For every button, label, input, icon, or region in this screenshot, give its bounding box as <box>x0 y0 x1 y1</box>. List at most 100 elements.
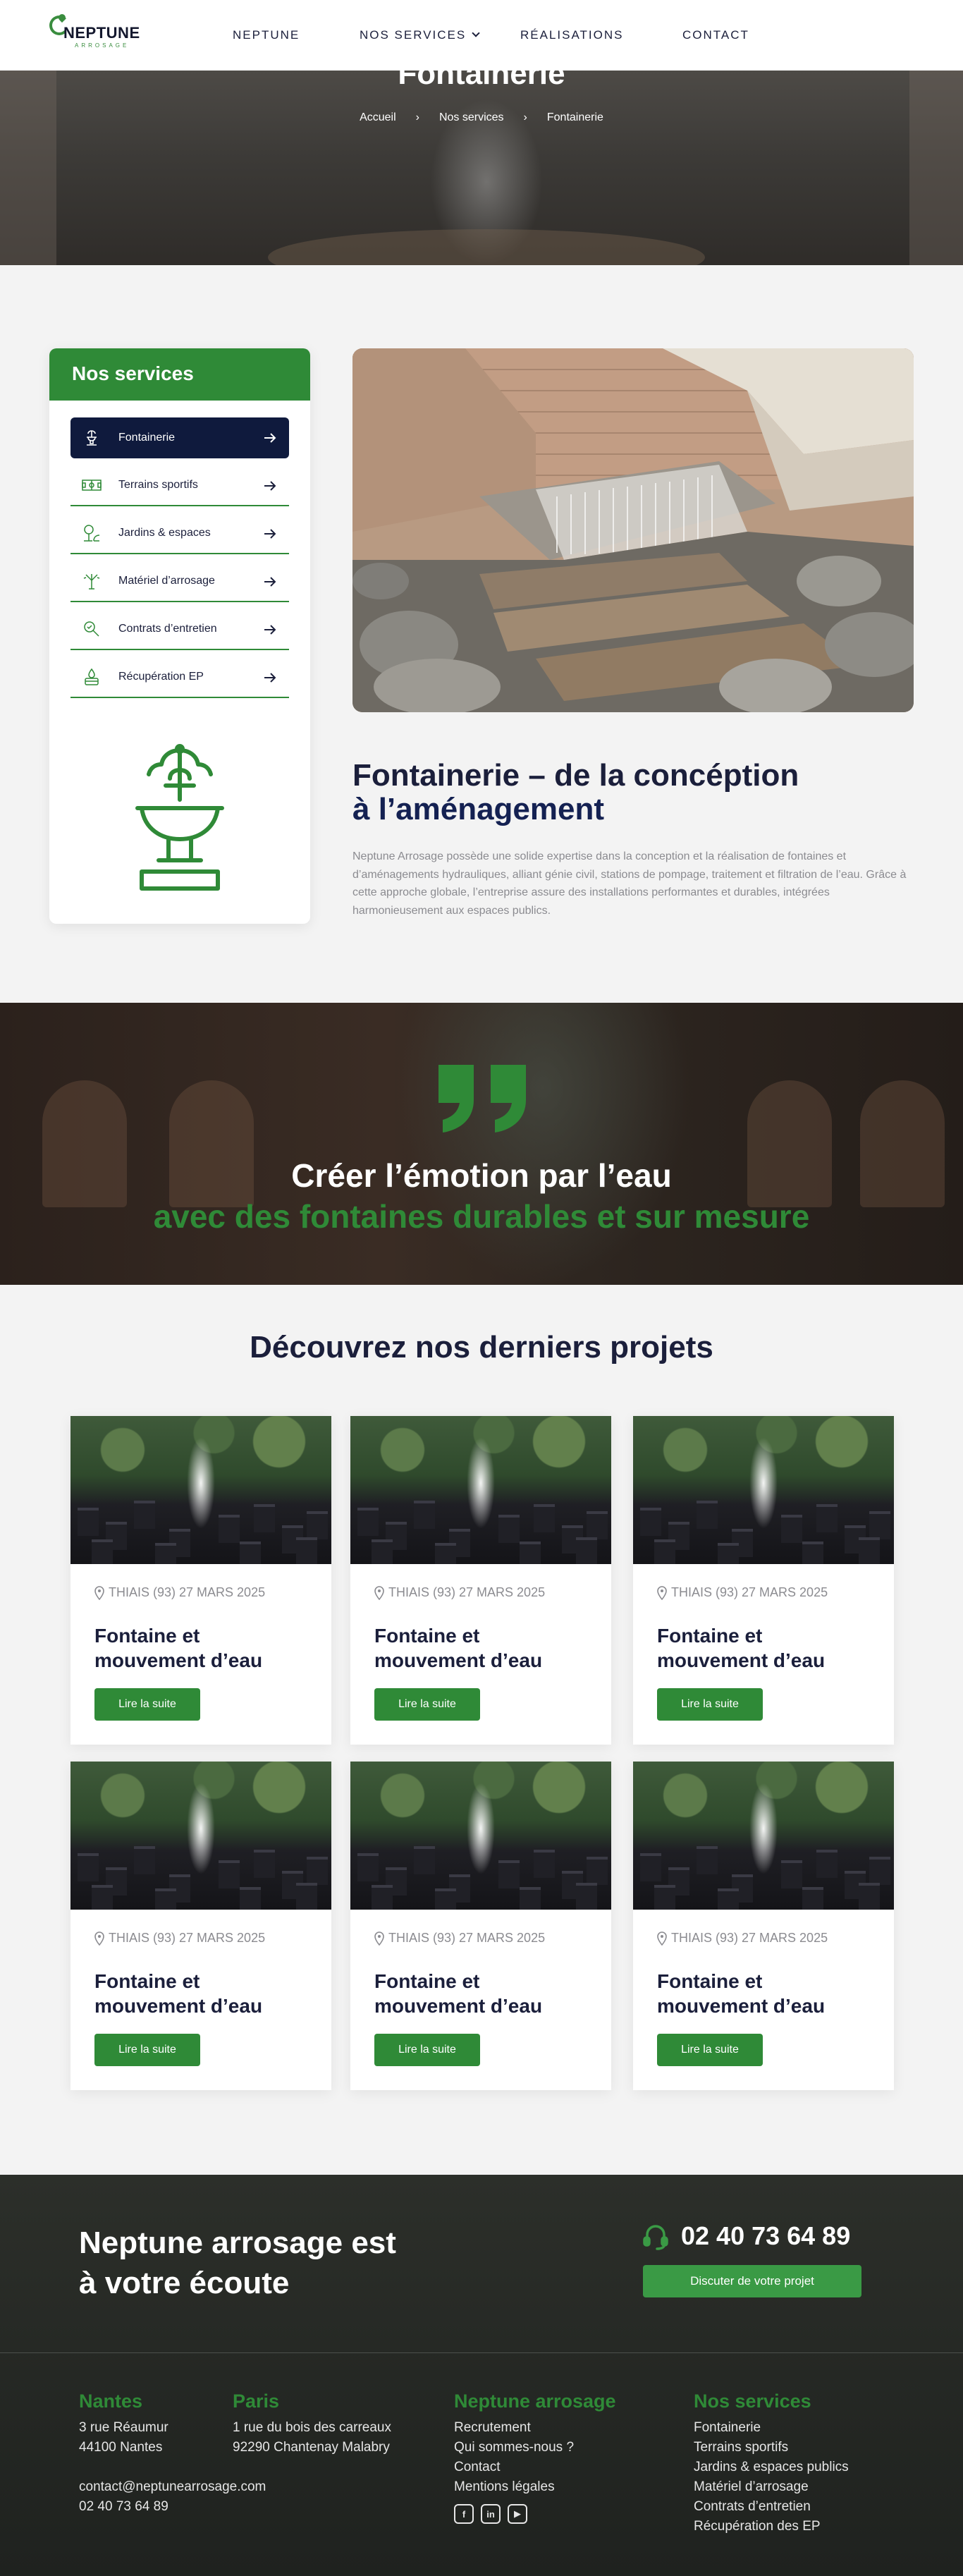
youtube-icon[interactable]: ▶ <box>508 2504 527 2524</box>
sidebar-item-label: Terrains sportifs <box>118 479 198 491</box>
project-location-text: THIAIS (93) 27 MARS 2025 <box>388 1931 546 1945</box>
project-title: Fontaine et mouvement d’eau <box>94 1625 263 1671</box>
breadcrumb-services[interactable]: Nos services <box>439 111 504 123</box>
footer-link-service[interactable]: Matériel d’arrosage <box>694 2477 849 2497</box>
footer-link-service[interactable]: Fontainerie <box>694 2418 849 2438</box>
footer-email-link[interactable]: contact@neptunearrosage.com <box>79 2477 266 2497</box>
arrow-right-icon <box>264 625 276 635</box>
read-more-button[interactable]: Lire la suite <box>374 2034 480 2066</box>
project-title: Fontaine et mouvement d’eau <box>657 1625 826 1671</box>
arrow-right-icon <box>264 577 276 587</box>
photo-decor <box>697 1846 718 1874</box>
rainwater-icon <box>82 667 102 687</box>
footer-link-recrutement[interactable]: Recrutement <box>454 2418 616 2438</box>
footer-col-title: Nos services <box>694 2391 811 2412</box>
footer-link-service[interactable]: Jardins & espaces publics <box>694 2458 849 2477</box>
photo-decor <box>78 1508 99 1536</box>
read-more-button[interactable]: Lire la suite <box>94 2034 200 2066</box>
project-photo <box>633 1416 894 1564</box>
footer-contact-line2: à votre écoute <box>79 2266 290 2301</box>
photo-decor <box>187 1783 215 1874</box>
footer-link-mentions-legales[interactable]: Mentions légales <box>454 2477 616 2497</box>
project-location-text: THIAIS (93) 27 MARS 2025 <box>671 1931 828 1945</box>
fountain-cascade-photo <box>352 348 914 712</box>
sidebar-item-fontainerie[interactable]: Fontainerie <box>70 417 289 458</box>
quote-background-decor <box>395 1003 691 1285</box>
sidebar-item-jardins-espaces[interactable]: Jardins & espaces <box>70 513 289 554</box>
photo-decor <box>155 1543 176 1564</box>
nav-realisations[interactable]: RÉALISATIONS <box>520 28 624 42</box>
photo-decor <box>640 1508 661 1536</box>
photo-decor <box>240 1542 261 1564</box>
service-description: Neptune Arrosage possède une solide expe… <box>352 850 907 917</box>
photo-decor <box>654 1539 675 1564</box>
projects-heading: Découvrez nos derniers projets <box>250 1330 713 1365</box>
arrow-right-icon <box>264 481 276 491</box>
read-more-button[interactable]: Lire la suite <box>657 1688 763 1721</box>
photo-decor <box>534 1504 555 1532</box>
footer-col-paris: Paris 1 rue du bois des carreaux 92290 C… <box>233 2391 391 2458</box>
service-title-line2: à l’aménagement <box>352 791 605 826</box>
location-pin-icon <box>94 1585 104 1600</box>
project-location: THIAIS (93) 27 MARS 2025 <box>657 1931 828 1946</box>
footer-phone[interactable]: 02 40 73 64 89 <box>642 2221 850 2251</box>
photo-decor <box>749 1437 778 1529</box>
footer-link-service[interactable]: Récupération des EP <box>694 2517 849 2537</box>
social-links: f in ▶ <box>454 2504 616 2524</box>
sidebar-item-materiel-arrosage[interactable]: Matériel d’arrosage <box>70 561 289 602</box>
photo-decor <box>859 1883 880 1910</box>
photo-decor <box>534 1850 555 1878</box>
nav-nos-services-label: NOS SERVICES <box>360 28 467 42</box>
footer-link-qui-sommes-nous[interactable]: Qui sommes-nous ? <box>454 2438 616 2458</box>
photo-decor <box>859 1537 880 1564</box>
hero-background-decor <box>268 229 705 265</box>
facebook-icon[interactable]: f <box>454 2504 474 2524</box>
hero-background-decor <box>909 71 963 265</box>
project-photo <box>70 1762 331 1910</box>
chevron-down-icon <box>472 29 480 37</box>
breadcrumb-home[interactable]: Accueil <box>360 111 396 123</box>
footer-link-contact[interactable]: Contact <box>454 2458 616 2477</box>
project-location-text: THIAIS (93) 27 MARS 2025 <box>388 1585 546 1599</box>
location-pin-icon <box>374 1931 384 1946</box>
quote-banner <box>0 1003 963 1285</box>
photo-decor <box>781 1515 802 1543</box>
sidebar-item-terrains-sportifs[interactable]: Terrains sportifs <box>70 465 289 506</box>
project-card[interactable]: THIAIS (93) 27 MARS 2025 Fontaine et mouv… <box>70 1416 331 1745</box>
discuss-project-button[interactable]: Discuter de votre projet <box>643 2265 861 2297</box>
photo-decor <box>576 1537 597 1564</box>
breadcrumb-current: Fontainerie <box>546 111 603 123</box>
nav-neptune[interactable]: NEPTUNE <box>233 28 300 42</box>
sidebar-item-recuperation-ep[interactable]: Récupération EP <box>70 657 289 698</box>
project-card[interactable]: THIAIS (93) 27 MARS 2025 Fontaine et mouv… <box>70 1762 331 2090</box>
sidebar-item-contrats-entretien[interactable]: Contrats d’entretien <box>70 609 289 650</box>
project-card[interactable]: THIAIS (93) 27 MARS 2025 Fontaine et mouv… <box>633 1762 894 2090</box>
footer-link-service[interactable]: Terrains sportifs <box>694 2438 849 2458</box>
photo-decor <box>816 1504 838 1532</box>
read-more-button[interactable]: Lire la suite <box>94 1688 200 1721</box>
breadcrumb-separator: › <box>415 111 419 123</box>
page-title: Fontainerie <box>398 56 565 91</box>
photo-decor <box>134 1501 155 1529</box>
photo-decor <box>134 1846 155 1874</box>
project-card[interactable]: THIAIS (93) 27 MARS 2025 Fontaine et mouv… <box>633 1416 894 1745</box>
logo-subtitle: ARROSAGE <box>75 42 130 49</box>
photo-decor <box>78 1853 99 1881</box>
photo-decor <box>520 1887 541 1910</box>
read-more-button[interactable]: Lire la suite <box>657 2034 763 2066</box>
project-photo <box>70 1416 331 1564</box>
linkedin-icon[interactable]: in <box>481 2504 501 2524</box>
nav-nos-services[interactable]: NOS SERVICES <box>360 28 480 42</box>
nav-contact[interactable]: CONTACT <box>682 28 749 42</box>
project-card[interactable]: THIAIS (93) 27 MARS 2025 Fontaine et mouv… <box>350 1762 611 2090</box>
footer-col-neptune: Neptune arrosage Recrutement Qui sommes-… <box>454 2391 616 2524</box>
read-more-button[interactable]: Lire la suite <box>374 1688 480 1721</box>
field-icon <box>82 475 102 495</box>
photo-decor <box>697 1501 718 1529</box>
footer-phone-link[interactable]: 02 40 73 64 89 <box>79 2497 266 2517</box>
photo-decor <box>414 1846 435 1874</box>
project-location-text: THIAIS (93) 27 MARS 2025 <box>109 1585 266 1599</box>
footer-link-service[interactable]: Contrats d’entretien <box>694 2497 849 2517</box>
services-sidebar: Nos services Fontainerie Terrains sporti… <box>49 348 310 924</box>
project-card[interactable]: THIAIS (93) 27 MARS 2025 Fontaine et mouv… <box>350 1416 611 1745</box>
